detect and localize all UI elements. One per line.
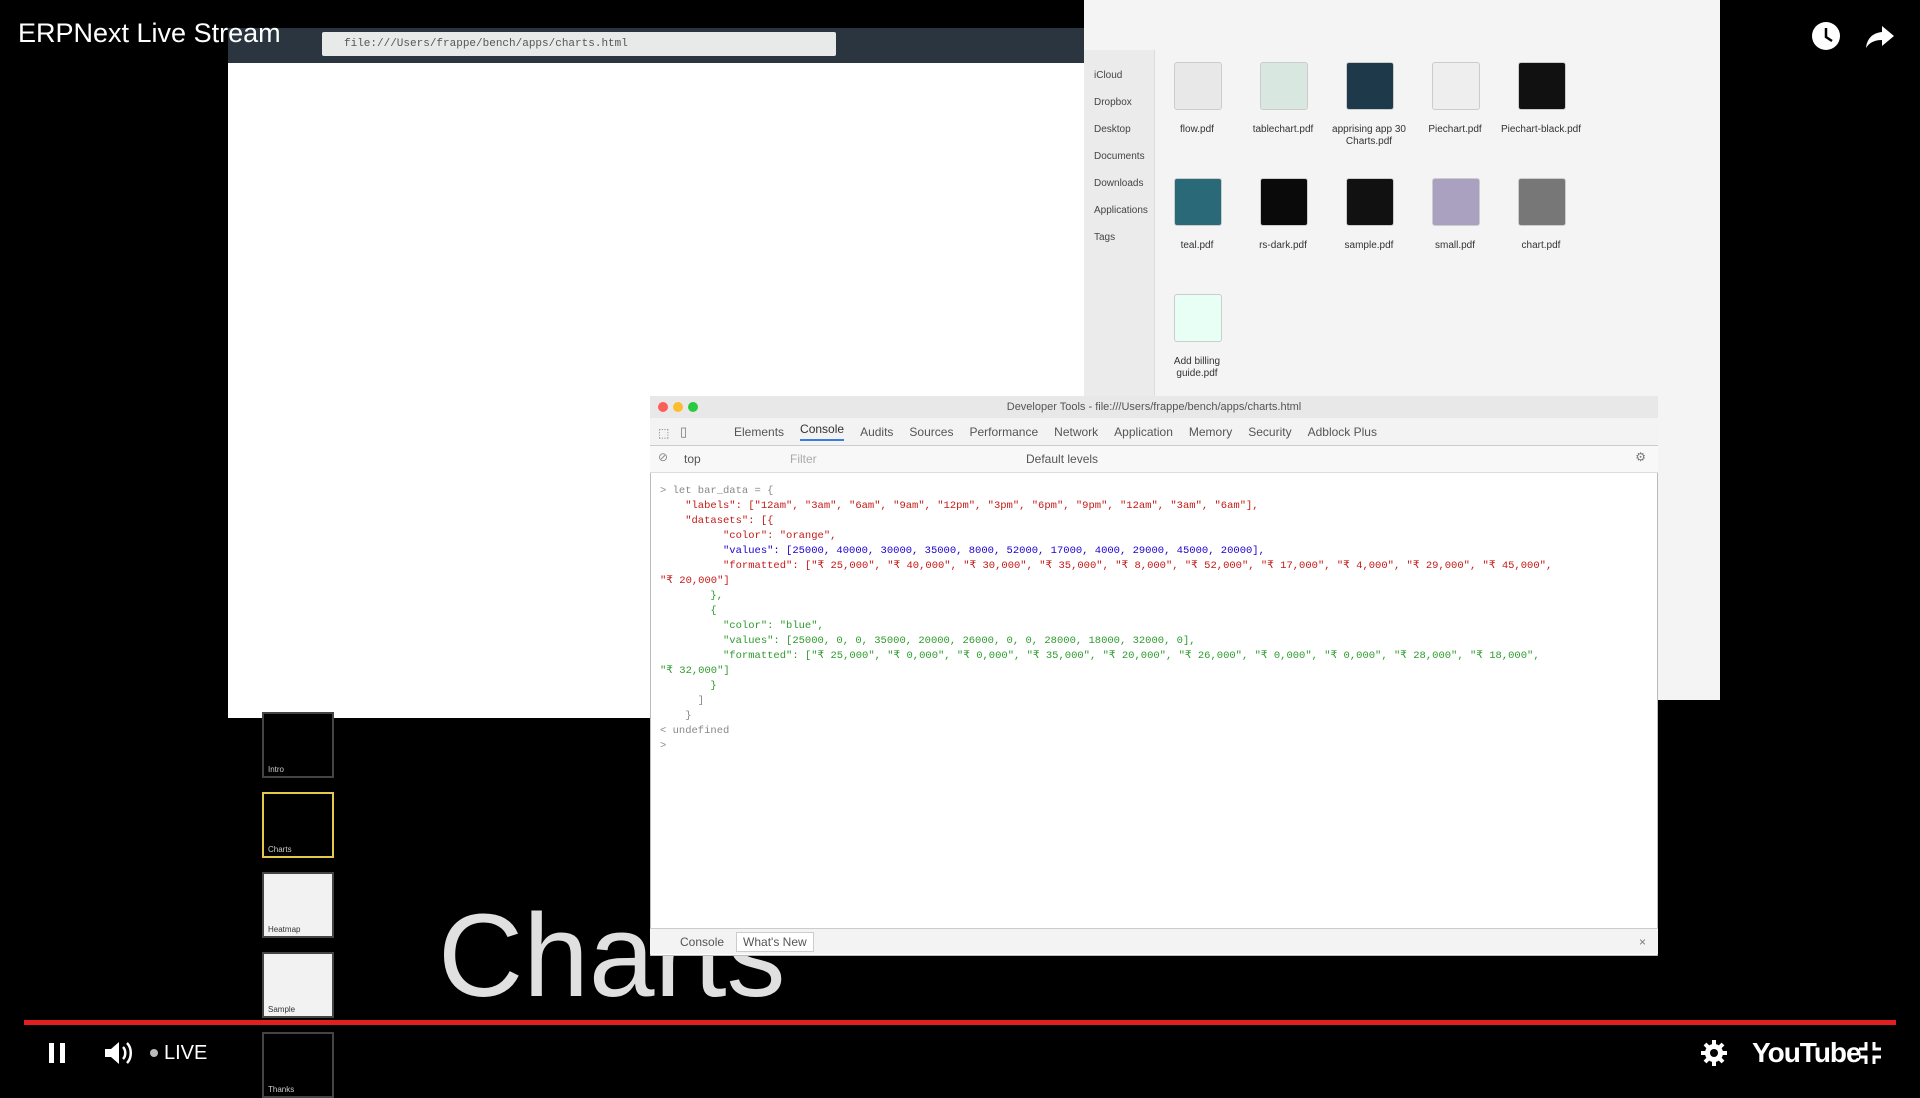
finder-sidebar-item[interactable]: iCloud xyxy=(1094,70,1122,81)
file-name[interactable]: teal.pdf xyxy=(1152,240,1242,252)
pause-button[interactable] xyxy=(44,1038,70,1068)
context-select[interactable]: top xyxy=(684,452,701,466)
console-line: "color": "orange", xyxy=(660,530,837,542)
file-thumbnail-icon[interactable] xyxy=(1518,62,1566,110)
file-name[interactable]: Piechart-black.pdf xyxy=(1496,124,1586,136)
console-line: > xyxy=(660,740,673,752)
file-name[interactable]: tablechart.pdf xyxy=(1238,124,1328,136)
tab-memory[interactable]: Memory xyxy=(1189,425,1232,439)
console-output[interactable]: > let bar_data = { "labels": ["12am", "3… xyxy=(660,484,1650,754)
finder-sidebar-item[interactable]: Desktop xyxy=(1094,124,1131,135)
console-line: "formatted": ["₹ 25,000", "₹ 0,000", "₹ … xyxy=(660,650,1540,662)
address-bar[interactable]: file:///Users/frappe/bench/apps/charts.h… xyxy=(322,32,836,56)
volume-icon[interactable] xyxy=(102,1038,134,1068)
tab-network[interactable]: Network xyxy=(1054,425,1098,439)
inspect-icon[interactable]: ⬚ xyxy=(658,426,669,440)
console-line: "values": [25000, 0, 0, 35000, 20000, 26… xyxy=(660,635,1196,647)
tab-performance[interactable]: Performance xyxy=(969,425,1038,439)
file-name[interactable]: small.pdf xyxy=(1410,240,1500,252)
file-name[interactable]: flow.pdf xyxy=(1152,124,1242,136)
clear-console-icon[interactable]: ⊘ xyxy=(658,450,668,464)
zoom-window-button[interactable] xyxy=(688,402,698,412)
tab-elements[interactable]: Elements xyxy=(734,425,784,439)
slide-thumbnail-label: Thanks xyxy=(268,1085,295,1094)
devtools-tab-bar: Elements Console Audits Sources Performance N… xyxy=(650,418,1658,446)
close-window-button[interactable] xyxy=(658,402,668,412)
tab-security[interactable]: Security xyxy=(1248,425,1291,439)
console-line: "datasets": [{ xyxy=(660,515,774,527)
console-line: "₹ 20,000"] xyxy=(660,575,730,587)
file-thumbnail-icon[interactable] xyxy=(1518,178,1566,226)
console-line: "color": "blue", xyxy=(660,620,824,632)
watch-later-icon[interactable] xyxy=(1808,18,1844,54)
settings-gear-icon[interactable]: ⚙ xyxy=(1635,450,1646,464)
drawer-tab-console[interactable]: Console xyxy=(680,935,724,949)
console-line: "₹ 32,000"] xyxy=(660,665,730,677)
devtools-drawer: Console What's New × xyxy=(650,928,1658,954)
file-thumbnail-icon[interactable] xyxy=(1174,62,1222,110)
file-thumbnail-icon[interactable] xyxy=(1346,178,1394,226)
console-line: } xyxy=(660,710,692,722)
finder-sidebar-item[interactable]: Documents xyxy=(1094,151,1145,162)
log-levels-select[interactable]: Default levels xyxy=(1026,452,1098,466)
slide-thumbnail-label: Sample xyxy=(268,1005,296,1014)
file-name[interactable]: apprising app 30 Charts.pdf xyxy=(1324,124,1414,148)
drawer-tab-whats-new[interactable]: What's New xyxy=(736,931,814,952)
share-icon[interactable] xyxy=(1862,18,1898,54)
tab-audits[interactable]: Audits xyxy=(860,425,893,439)
console-filter-input[interactable]: Filter xyxy=(790,452,817,466)
finder-sidebar-item[interactable]: Applications xyxy=(1094,205,1148,216)
finder-sidebar: iCloud Dropbox Desktop Documents Downloads Ap… xyxy=(1084,50,1155,400)
tab-adblock-plus[interactable]: Adblock Plus xyxy=(1308,425,1377,439)
progress-bar[interactable] xyxy=(24,1020,1896,1025)
video-title[interactable]: ERPNext Live Stream xyxy=(18,18,281,49)
file-name[interactable]: rs-dark.pdf xyxy=(1238,240,1328,252)
slide-thumbnail[interactable]: Heatmap xyxy=(262,872,334,938)
settings-icon[interactable] xyxy=(1700,1038,1728,1068)
file-thumbnail-icon[interactable] xyxy=(1346,62,1394,110)
finder-sidebar-item[interactable]: Dropbox xyxy=(1094,97,1132,108)
slide-thumbnail[interactable]: Charts xyxy=(262,792,334,858)
slide-thumbnail[interactable]: Sample xyxy=(262,952,334,1018)
file-name[interactable]: Add billing guide.pdf xyxy=(1152,356,1242,380)
file-thumbnail-icon[interactable] xyxy=(1432,178,1480,226)
youtube-logo[interactable]: YouTube xyxy=(1752,1037,1862,1068)
console-line: }, xyxy=(660,590,724,602)
exit-fullscreen-icon[interactable] xyxy=(1856,1038,1884,1068)
file-name[interactable]: chart.pdf xyxy=(1496,240,1586,252)
finder-sidebar-item[interactable]: Downloads xyxy=(1094,178,1143,189)
devtools-titlebar: Developer Tools - file:///Users/frappe/b… xyxy=(650,396,1658,419)
device-toggle-icon[interactable]: ▯ xyxy=(680,424,687,440)
close-drawer-icon[interactable]: × xyxy=(1639,935,1646,949)
console-toolbar: ⊘ top Filter Default levels ⚙ xyxy=(650,446,1658,473)
file-thumbnail-icon[interactable] xyxy=(1174,294,1222,342)
console-line: "labels": ["12am", "3am", "6am", "9am", … xyxy=(660,500,1259,512)
file-thumbnail-icon[interactable] xyxy=(1174,178,1222,226)
file-thumbnail-icon[interactable] xyxy=(1260,62,1308,110)
file-thumbnail-icon[interactable] xyxy=(1260,178,1308,226)
file-name[interactable]: sample.pdf xyxy=(1324,240,1414,252)
console-line: < undefined xyxy=(660,725,730,737)
slide-thumbnail-label: Intro xyxy=(268,765,285,774)
tab-console[interactable]: Console xyxy=(800,422,845,441)
console-line: "formatted": ["₹ 25,000", "₹ 40,000", "₹… xyxy=(660,560,1553,572)
console-line: { xyxy=(660,605,717,617)
console-line: > let bar_data = { xyxy=(660,485,774,497)
file-thumbnail-icon[interactable] xyxy=(1432,62,1480,110)
console-line: } xyxy=(660,680,717,692)
tab-sources[interactable]: Sources xyxy=(909,425,953,439)
finder-sidebar-item[interactable]: Tags xyxy=(1094,232,1115,243)
slide-thumbnail[interactable]: Intro xyxy=(262,712,334,778)
live-dot-icon xyxy=(150,1049,158,1057)
tab-application[interactable]: Application xyxy=(1114,425,1173,439)
console-line: ] xyxy=(660,695,705,707)
slide-thumbnail[interactable]: Thanks xyxy=(262,1032,334,1098)
slide-thumbnail-label: Charts xyxy=(268,845,292,854)
live-indicator[interactable]: LIVE xyxy=(150,1038,207,1068)
live-label: LIVE xyxy=(164,1041,208,1064)
console-line: "values": [25000, 40000, 30000, 35000, 8… xyxy=(660,545,1265,557)
slide-thumbnail-label: Heatmap xyxy=(268,925,301,934)
file-name[interactable]: Piechart.pdf xyxy=(1410,124,1500,136)
minimize-window-button[interactable] xyxy=(673,402,683,412)
